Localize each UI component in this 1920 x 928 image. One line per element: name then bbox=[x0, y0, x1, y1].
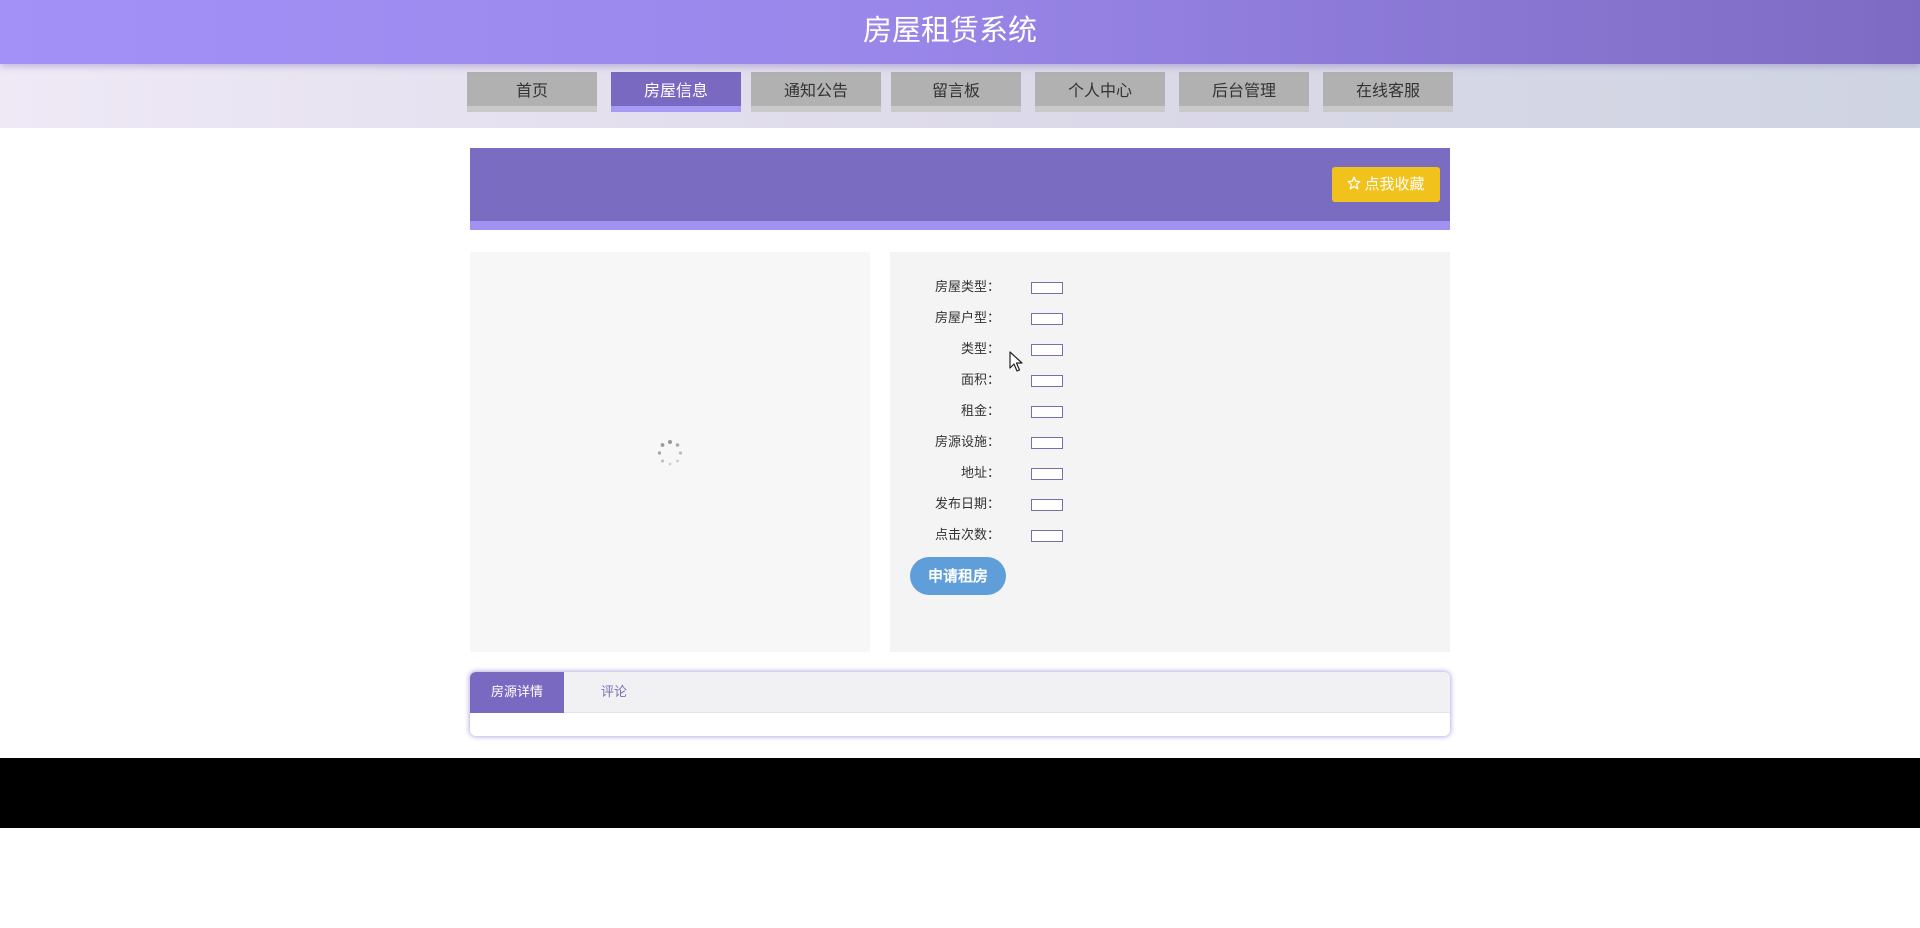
mouse-cursor-icon bbox=[1009, 351, 1023, 372]
main-nav: 首页 房屋信息 通知公告 留言板 个人中心 后台管理 在线客服 bbox=[0, 64, 1920, 128]
nav-item-house-info[interactable]: 房屋信息 bbox=[611, 72, 741, 112]
loading-spinner-icon bbox=[657, 440, 683, 466]
info-label: 类型： bbox=[960, 342, 1000, 357]
nav-item-home[interactable]: 首页 bbox=[467, 72, 597, 112]
info-value bbox=[1031, 437, 1063, 449]
info-value bbox=[1031, 499, 1063, 511]
info-label: 租金： bbox=[960, 404, 1000, 419]
detail-banner: 点我收藏 bbox=[470, 148, 1450, 230]
info-row-layout: 房屋户型： bbox=[910, 309, 1210, 329]
nav-item-message-board[interactable]: 留言板 bbox=[891, 72, 1021, 112]
tab-bar: 房源详情 评论 bbox=[470, 672, 1450, 713]
info-value bbox=[1031, 530, 1063, 542]
info-row-rent: 租金： bbox=[910, 402, 1210, 422]
apply-rent-button[interactable]: 申请租房 bbox=[910, 557, 1006, 595]
info-label: 面积： bbox=[960, 373, 1000, 388]
info-row-publish-date: 发布日期： bbox=[910, 495, 1210, 515]
info-row-house-type: 房屋类型： bbox=[910, 278, 1210, 298]
info-row-address: 地址： bbox=[910, 464, 1210, 484]
info-value bbox=[1031, 282, 1063, 294]
info-label: 地址： bbox=[960, 466, 1000, 481]
favorite-label: 点我收藏 bbox=[1364, 175, 1425, 193]
detail-tabs: 房源详情 评论 bbox=[470, 672, 1450, 736]
house-info-panel: 房屋类型： 房屋户型： 类型： 面积： 租金： 房源设施： 地址： 发布日期： … bbox=[890, 252, 1450, 652]
nav-item-online-service[interactable]: 在线客服 bbox=[1323, 72, 1453, 112]
info-label: 房源设施： bbox=[934, 435, 1000, 450]
info-row-facilities: 房源设施： bbox=[910, 433, 1210, 453]
info-row-area: 面积： bbox=[910, 371, 1210, 391]
info-value bbox=[1031, 344, 1063, 356]
info-label: 发布日期： bbox=[934, 497, 1000, 512]
site-title: 房屋租赁系统 bbox=[862, 13, 1037, 47]
house-image-area bbox=[470, 252, 870, 652]
nav-item-user-center[interactable]: 个人中心 bbox=[1035, 72, 1165, 112]
info-value bbox=[1031, 375, 1063, 387]
tab-comments[interactable]: 评论 bbox=[564, 672, 664, 713]
page-footer bbox=[0, 758, 1920, 828]
nav-item-notices[interactable]: 通知公告 bbox=[751, 72, 881, 112]
info-value bbox=[1031, 406, 1063, 418]
info-row-category: 类型： bbox=[910, 340, 1210, 360]
nav-item-admin[interactable]: 后台管理 bbox=[1179, 72, 1309, 112]
favorite-button[interactable]: 点我收藏 bbox=[1332, 167, 1440, 202]
info-value bbox=[1031, 313, 1063, 325]
info-label: 点击次数： bbox=[934, 528, 1000, 543]
star-outline-icon bbox=[1347, 167, 1361, 202]
info-value bbox=[1031, 468, 1063, 480]
info-label: 房屋户型： bbox=[934, 311, 1000, 326]
info-row-click-count: 点击次数： bbox=[910, 526, 1210, 546]
top-header: 房屋租赁系统 bbox=[0, 0, 1920, 64]
tab-house-details[interactable]: 房源详情 bbox=[470, 672, 564, 713]
info-label: 房屋类型： bbox=[934, 280, 1000, 295]
